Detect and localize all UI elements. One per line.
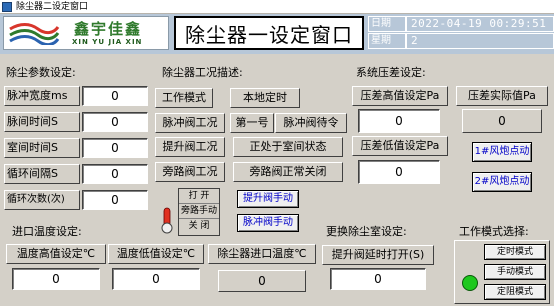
- week-label: 星期: [368, 33, 406, 49]
- fixed-resistance-mode-button[interactable]: 定阻模式: [484, 284, 546, 300]
- date-label: 日期: [368, 16, 406, 32]
- manual-mode-button[interactable]: 手动模式: [484, 264, 546, 280]
- pulse-valve-manual-button[interactable]: 脉冲阀手动: [237, 214, 299, 232]
- pulse-valve-label: 脉冲阀工况: [155, 113, 225, 133]
- temp-high-input[interactable]: 0: [12, 268, 100, 290]
- inlet-temp-actual-value: 0: [218, 270, 306, 292]
- params-heading: 除尘参数设定:: [6, 66, 76, 79]
- cycle-count-label: 循环次数(次): [4, 190, 80, 210]
- pressure-high-input[interactable]: 0: [358, 109, 440, 133]
- work-mode-value: 本地定时: [230, 88, 300, 108]
- pressure-actual-value: 0: [462, 109, 542, 133]
- lift-valve-manual-button[interactable]: 提升阀手动: [237, 190, 299, 208]
- room-interval-label: 室间时间S: [4, 138, 80, 158]
- date-value: 2022-04-19 00:29:51: [406, 16, 554, 32]
- bypass-valve-label: 旁路阀工况: [155, 162, 225, 182]
- pulse-interval-input[interactable]: 0: [82, 112, 148, 132]
- pulse-valve-state: 脉冲阀待令: [275, 113, 347, 133]
- company-logo: 鑫宇佳鑫 XIN YU JIA XIN: [3, 16, 169, 50]
- cycle-interval-label: 循环间隔S: [4, 164, 80, 184]
- switch-manual-label[interactable]: 旁路手动: [179, 204, 219, 219]
- temp-low-input[interactable]: 0: [112, 268, 200, 290]
- pressure-low-input[interactable]: 0: [358, 160, 440, 184]
- room-change-heading: 更换除尘室设定:: [326, 225, 407, 238]
- week-value: 2: [406, 33, 554, 49]
- fan1-jog-button[interactable]: 1#风炮点动: [472, 142, 532, 162]
- lift-valve-state: 正处于室间状态: [233, 137, 343, 157]
- mode-indicator-light: [462, 275, 478, 291]
- status-heading: 除尘器工况描述:: [162, 66, 243, 79]
- temp-low-label: 温度低值设定℃: [108, 244, 204, 264]
- lift-delay-label: 提升阀延时打开(S): [322, 245, 434, 265]
- pressure-low-label: 压差低值设定Pa: [352, 136, 448, 156]
- bypass-switch-knob-icon[interactable]: [160, 206, 174, 234]
- pressure-high-label: 压差高值设定Pa: [352, 86, 448, 106]
- pulse-width-input[interactable]: 0: [82, 86, 148, 106]
- app-icon: [2, 2, 12, 12]
- logo-waves-icon: [9, 23, 60, 45]
- timed-mode-button[interactable]: 定时模式: [484, 244, 546, 260]
- lift-valve-label: 提升阀工况: [155, 137, 225, 157]
- pulse-valve-index: 第一号: [230, 113, 274, 133]
- window-titlebar: 除尘器二设定窗口: [0, 0, 554, 14]
- logo-cn-text: 鑫宇佳鑫: [74, 20, 143, 38]
- logo-en-text: XIN YU JIA XIN: [72, 38, 143, 46]
- week-row: 星期 2: [368, 33, 554, 49]
- inlet-temp-heading: 进口温度设定:: [12, 225, 82, 238]
- date-row: 日期 2022-04-19 00:29:51: [368, 16, 554, 32]
- bypass-switch-panel: 打 开 旁路手动 关 闭: [178, 188, 220, 236]
- temp-high-label: 温度高值设定℃: [6, 244, 106, 264]
- pulse-interval-label: 脉间时间S: [4, 112, 80, 132]
- bypass-valve-state: 旁路阀正常关闭: [233, 162, 343, 182]
- mode-select-heading: 工作模式选择:: [459, 225, 529, 238]
- settings-canvas: 鑫宇佳鑫 XIN YU JIA XIN 除尘器一设定窗口 日期 2022-04-…: [0, 14, 554, 306]
- cycle-count-input[interactable]: 0: [82, 190, 148, 210]
- switch-open-label[interactable]: 打 开: [179, 189, 219, 204]
- header-strip: 鑫宇佳鑫 XIN YU JIA XIN 除尘器一设定窗口 日期 2022-04-…: [0, 14, 554, 54]
- switch-close-label[interactable]: 关 闭: [179, 219, 219, 234]
- work-mode-label: 工作模式: [155, 88, 213, 108]
- page-title: 除尘器一设定窗口: [174, 16, 364, 50]
- room-interval-input[interactable]: 0: [82, 138, 148, 158]
- inlet-temp-actual-label: 除尘器进口温度℃: [208, 244, 316, 264]
- lift-delay-input[interactable]: 0: [330, 268, 426, 290]
- cycle-interval-input[interactable]: 0: [82, 164, 148, 184]
- pulse-width-label: 脉冲宽度ms: [4, 86, 80, 106]
- pressure-heading: 系统压差设定:: [356, 66, 426, 79]
- pressure-actual-label: 压差实际值Pa: [456, 86, 548, 106]
- fan2-jog-button[interactable]: 2#风炮点动: [472, 172, 532, 192]
- window-title: 除尘器二设定窗口: [16, 2, 89, 12]
